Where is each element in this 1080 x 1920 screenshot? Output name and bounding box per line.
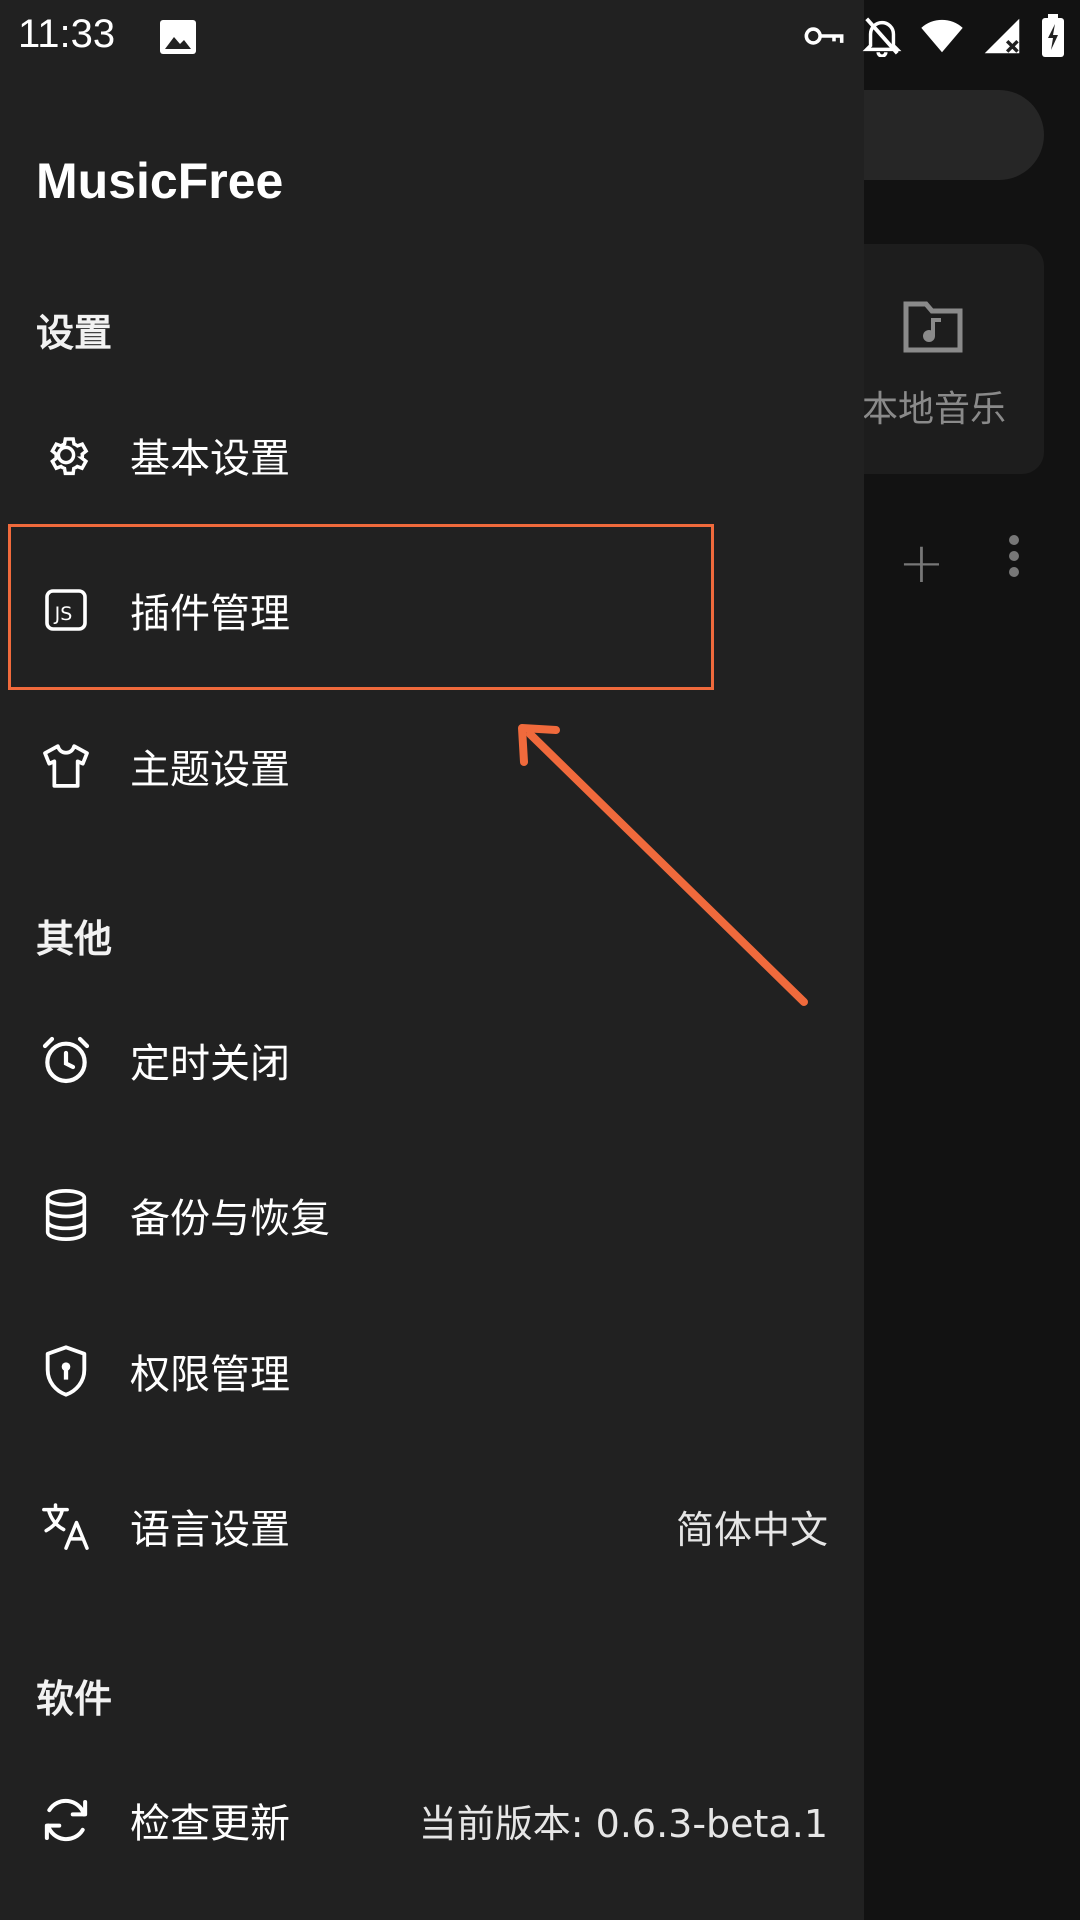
- database-icon: [38, 1187, 94, 1243]
- menu-item-language-settings[interactable]: 语言设置 简体中文: [0, 1466, 864, 1586]
- menu-item-permission-management[interactable]: 权限管理: [0, 1311, 864, 1431]
- notifications-off-icon: [862, 17, 902, 57]
- menu-item-check-update[interactable]: 检查更新 当前版本: 0.6.3-beta.1: [0, 1760, 864, 1880]
- status-time: 11:33: [18, 12, 116, 56]
- menu-item-theme-settings[interactable]: 主题设置: [0, 706, 864, 826]
- alarm-clock-icon: [38, 1032, 94, 1088]
- translate-icon: [38, 1498, 94, 1554]
- shirt-icon: [38, 738, 94, 794]
- menu-label: 定时关闭: [130, 1041, 290, 1087]
- language-value: 简体中文: [675, 1507, 828, 1552]
- section-other: 其他: [36, 917, 113, 961]
- menu-label: 语言设置: [130, 1507, 290, 1553]
- menu-item-backup-restore[interactable]: 备份与恢复: [0, 1155, 864, 1275]
- battery-charging-icon: [1042, 14, 1064, 57]
- shield-icon: [38, 1343, 94, 1399]
- app-title: MusicFree: [36, 153, 284, 209]
- menu-label: 基本设置: [130, 436, 290, 482]
- highlight-box: [8, 524, 714, 690]
- status-bar: 11:33: [0, 0, 1080, 76]
- refresh-icon: [38, 1792, 94, 1848]
- current-version: 当前版本: 0.6.3-beta.1: [418, 1801, 828, 1846]
- gear-icon: [38, 427, 94, 483]
- section-software: 软件: [36, 1677, 113, 1721]
- section-settings: 设置: [36, 311, 113, 355]
- more-vert-icon[interactable]: [1006, 534, 1022, 578]
- menu-label: 检查更新: [130, 1801, 290, 1847]
- wifi-icon: [921, 19, 963, 53]
- local-music-label: 本地音乐: [862, 389, 1007, 430]
- navigation-drawer: MusicFree 设置 基本设置 JS 插件管理 主题设置 其他 定时关闭 备…: [0, 0, 864, 1920]
- music-folder-icon: [903, 301, 963, 353]
- menu-label: 备份与恢复: [130, 1196, 330, 1242]
- image-notification-icon: [160, 20, 196, 54]
- menu-label: 主题设置: [130, 747, 290, 793]
- menu-item-basic-settings[interactable]: 基本设置: [0, 395, 864, 515]
- signal-icon: [984, 18, 1020, 54]
- vpn-key-icon: [804, 27, 844, 45]
- menu-label: 权限管理: [130, 1352, 290, 1398]
- menu-item-timer-close[interactable]: 定时关闭: [0, 1000, 864, 1120]
- add-icon[interactable]: +: [898, 536, 945, 592]
